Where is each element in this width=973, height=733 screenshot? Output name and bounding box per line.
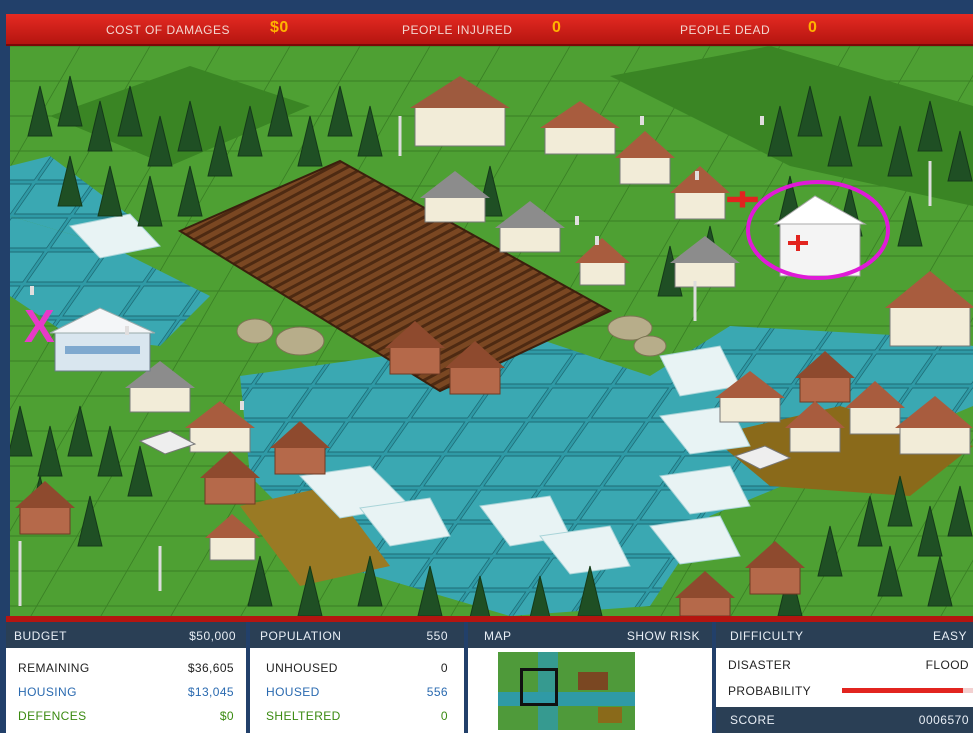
minimap-panel: MAP SHOW RISK xyxy=(468,622,712,733)
housed-label: HOUSED xyxy=(266,685,320,699)
game-frame: COST OF DAMAGES $0 PEOPLE INJURED 0 PEOP… xyxy=(0,0,973,733)
people-injured-label: PEOPLE INJURED xyxy=(402,23,513,37)
score-row: SCORE 0006570 xyxy=(716,707,973,733)
people-injured-value: 0 xyxy=(552,19,562,36)
unhoused-value: 0 xyxy=(440,661,448,675)
population-panel: POPULATION 550 UNHOUSED 0 HOUSED 556 SHE… xyxy=(250,622,464,733)
people-dead-value: 0 xyxy=(808,19,818,36)
sheltered-value: 0 xyxy=(440,709,448,723)
population-total: 550 xyxy=(426,629,448,643)
population-header: POPULATION 550 xyxy=(250,622,464,648)
defences-label: DEFENCES xyxy=(18,709,87,723)
defences-value: $0 xyxy=(219,709,234,723)
difficulty-panel: DIFFICULTY EASY DISASTER FLOOD PROBABILI… xyxy=(716,622,973,733)
cost-of-damages-label: COST OF DAMAGES xyxy=(106,23,230,37)
damage-status-bar: COST OF DAMAGES $0 PEOPLE INJURED 0 PEOP… xyxy=(6,14,973,46)
budget-header: BUDGET $50,000 xyxy=(6,622,246,648)
probability-bar xyxy=(842,688,963,693)
probability-track xyxy=(842,688,973,693)
unhoused-label: UNHOUSED xyxy=(266,661,338,675)
budget-total: $50,000 xyxy=(189,629,236,643)
people-dead-label: PEOPLE DEAD xyxy=(680,23,771,37)
difficulty-level: EASY xyxy=(932,629,967,643)
remaining-label: REMAINING xyxy=(18,661,90,675)
disaster-label: DISASTER xyxy=(728,658,792,672)
minimap-header: MAP SHOW RISK xyxy=(468,622,712,648)
population-title: POPULATION xyxy=(260,629,342,643)
x-marker: X xyxy=(24,300,55,352)
map-scene: X xyxy=(10,46,973,616)
remaining-value: $36,605 xyxy=(187,661,234,675)
difficulty-header: DIFFICULTY EASY xyxy=(716,622,973,648)
budget-panel: BUDGET $50,000 REMAINING $36,605 HOUSING… xyxy=(6,622,246,733)
disaster-value: FLOOD xyxy=(925,658,969,672)
minimap-title: MAP xyxy=(484,629,512,643)
isometric-map-view[interactable]: X xyxy=(10,46,973,616)
score-label: SCORE xyxy=(730,713,776,727)
probability-label: PROBABILITY xyxy=(728,684,812,698)
housed-value: 556 xyxy=(426,685,448,699)
difficulty-title: DIFFICULTY xyxy=(730,629,804,643)
minimap-viewport-box[interactable] xyxy=(520,668,558,706)
minimap[interactable] xyxy=(498,652,635,730)
budget-title: BUDGET xyxy=(14,629,68,643)
score-value: 0006570 xyxy=(918,713,969,727)
housing-value: $13,045 xyxy=(187,685,234,699)
cost-of-damages-value: $0 xyxy=(270,19,289,36)
show-risk-toggle[interactable]: SHOW RISK xyxy=(627,629,700,643)
sheltered-label: SHELTERED xyxy=(266,709,341,723)
housing-label: HOUSING xyxy=(18,685,77,699)
